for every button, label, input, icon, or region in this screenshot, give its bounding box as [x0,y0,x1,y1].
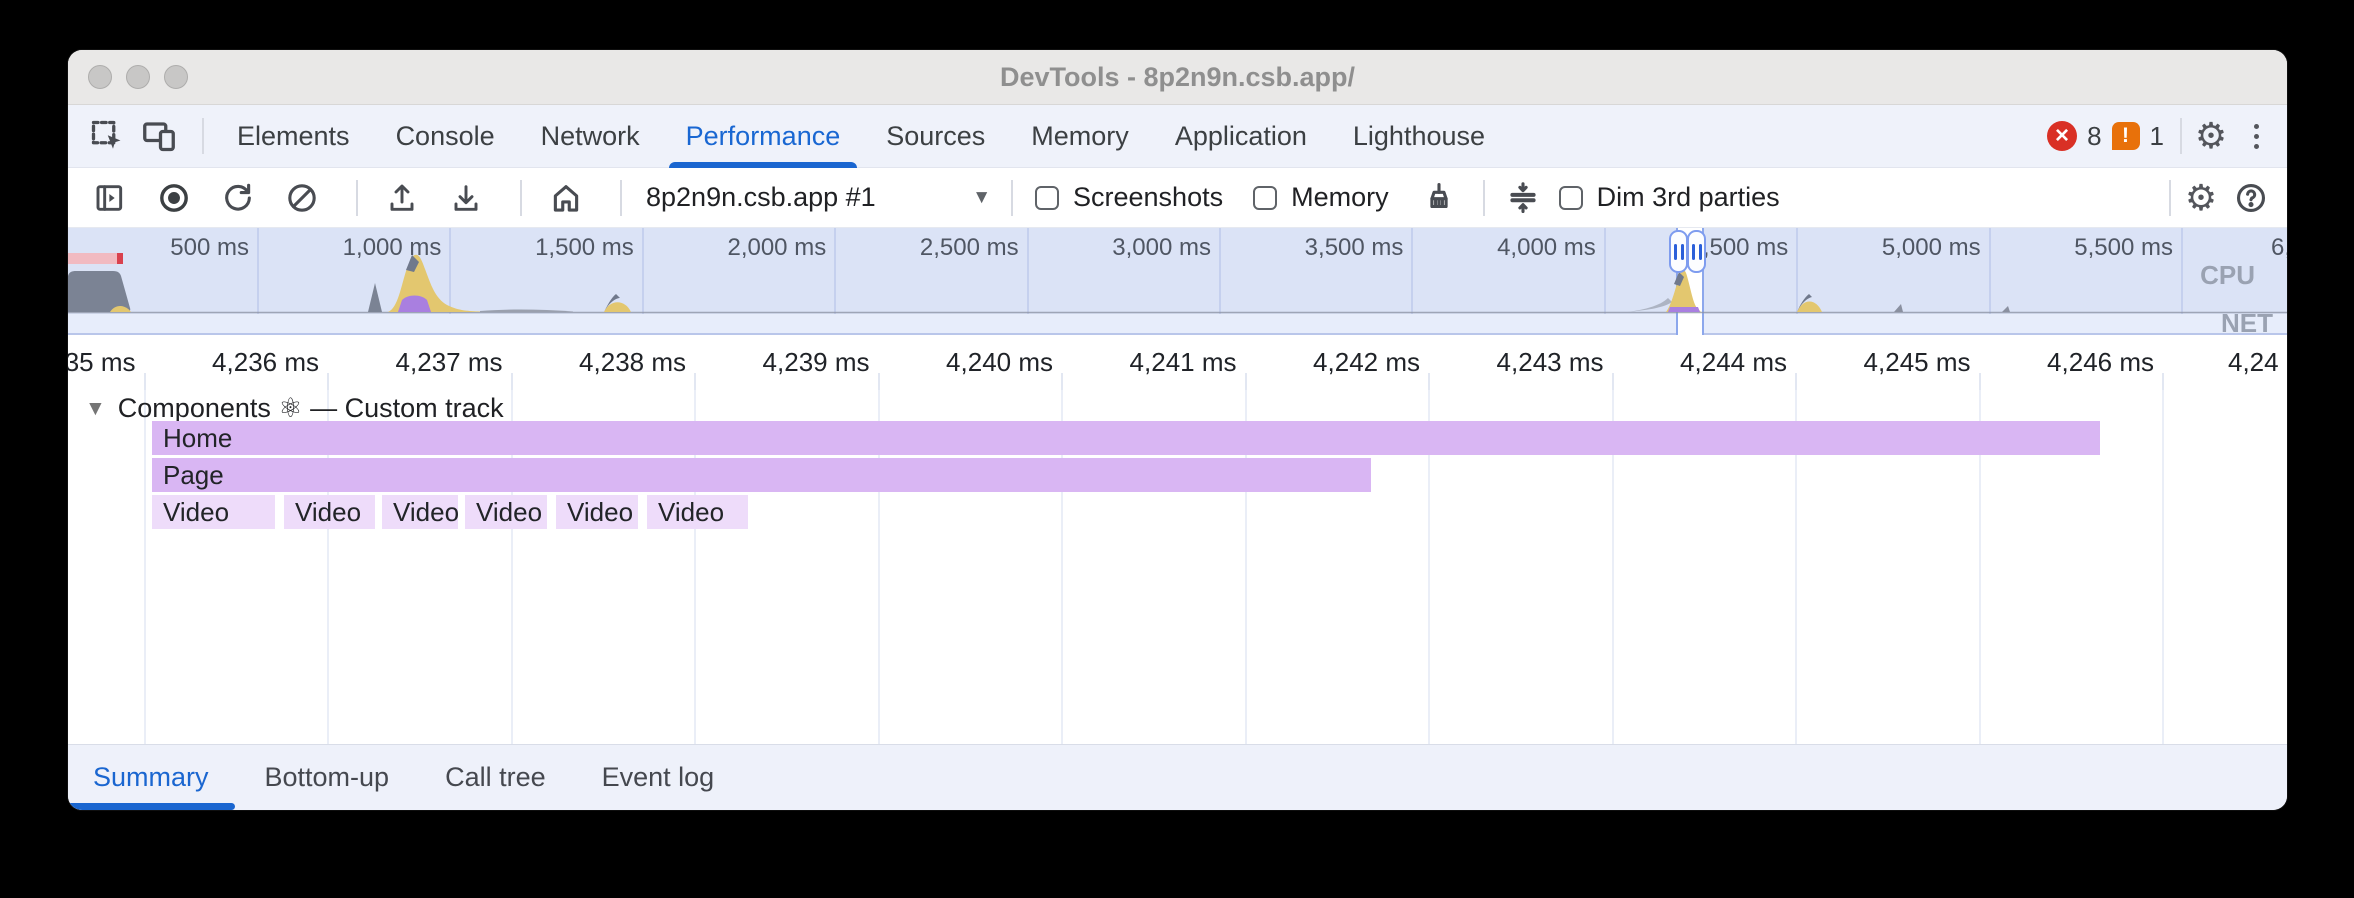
tab-performance[interactable]: Performance [663,105,864,168]
bottom-tab-bottom-up[interactable]: Bottom-up [265,762,390,793]
target-selector-value: 8p2n9n.csb.app #1 [646,182,876,213]
tab-network[interactable]: Network [518,105,663,168]
custom-track-header[interactable]: ▼ Components ⚛ — Custom track [85,393,504,424]
overview-tick-label: 3,500 ms [1185,234,1403,262]
track-span-video[interactable]: Video [152,495,275,529]
clear-icon[interactable] [282,178,322,218]
warning-count: 1 [2150,121,2164,152]
track-span-video[interactable]: Video [465,495,547,529]
devtools-window: DevTools - 8p2n9n.csb.app/ ElementsConso… [68,50,2287,810]
separator [356,180,358,216]
help-icon[interactable] [2231,178,2271,218]
settings-gear-icon[interactable]: ⚙ [2192,117,2230,155]
devtools-tabbar: ElementsConsoleNetworkPerformanceSources… [68,105,2287,168]
overview-tick-label: 500 ms [68,234,249,262]
overview-tick-label: 4,000 ms [1378,234,1596,262]
target-selector[interactable]: 8p2n9n.csb.app #1 ▼ [646,182,991,213]
tab-lighthouse[interactable]: Lighthouse [1330,105,1508,168]
chevron-down-icon: ▼ [972,187,991,209]
tab-elements[interactable]: Elements [214,105,373,168]
memory-checkbox[interactable]: Memory [1253,182,1389,213]
collapse-triangle-icon[interactable]: ▼ [85,397,106,421]
window-title: DevTools - 8p2n9n.csb.app/ [68,62,2287,93]
overview-tick-label: 2,500 ms [801,234,1019,262]
track-span-video[interactable]: Video [284,495,375,529]
bottom-tab-event-log[interactable]: Event log [602,762,715,793]
separator [2180,118,2182,154]
error-icon: × [2047,121,2077,151]
overview-tick-label: 5,500 ms [1955,234,2173,262]
download-profile-icon[interactable] [446,178,486,218]
overview-tick-label: 6,0 [2271,234,2287,262]
record-and-reload-icon[interactable] [218,178,258,218]
overview-tick-label: 1,000 ms [223,234,441,262]
ruler-tick-label: 4,24 [2228,347,2287,378]
tab-sources[interactable]: Sources [863,105,1008,168]
track-span-video[interactable]: Video [647,495,748,529]
bottom-tab-summary[interactable]: Summary [93,762,209,793]
timeline-overview[interactable]: 500 ms1,000 ms1,500 ms2,000 ms2,500 ms3,… [68,228,2287,335]
separator [2169,180,2171,216]
custom-track-title: Components ⚛ — Custom track [118,393,504,424]
performance-toolbar: 8p2n9n.csb.app #1 ▼ Screenshots Memory [68,168,2287,228]
overview-tick-label: 5,000 ms [1763,234,1981,262]
track-span-home[interactable]: Home [152,421,2100,455]
home-icon[interactable] [546,178,586,218]
checkbox-box [1035,186,1059,210]
separator [202,118,204,154]
selection-right-handle[interactable] [1687,230,1706,273]
separator [620,180,622,216]
collect-garbage-icon[interactable] [1419,178,1459,218]
inspect-element-icon[interactable] [88,117,126,155]
checkbox-box [1559,186,1583,210]
screenshots-checkbox[interactable]: Screenshots [1035,182,1223,213]
tab-memory[interactable]: Memory [1008,105,1152,168]
checkbox-box [1253,186,1277,210]
record-button[interactable] [154,178,194,218]
detail-time-ruler: 35 ms4,236 ms4,237 ms4,238 ms4,239 ms4,2… [68,335,2287,390]
dim-3rd-parties-checkbox[interactable]: Dim 3rd parties [1559,182,1780,213]
overview-tick-label: 2,000 ms [608,234,826,262]
more-options-icon[interactable] [2244,124,2269,149]
upload-profile-icon[interactable] [382,178,422,218]
toggle-sidebar-icon[interactable] [90,178,130,218]
selection-left-handle[interactable] [1669,230,1688,273]
net-label: NET [2221,308,2273,335]
track-span-video[interactable]: Video [556,495,638,529]
active-bottom-tab-underline [68,803,235,810]
track-span-page[interactable]: Page [152,458,1371,492]
track-span-video[interactable]: Video [382,495,458,529]
flamechart-area[interactable]: ▼ Components ⚛ — Custom track HomePageVi… [68,390,2287,744]
shrink-timeline-icon[interactable] [1503,178,1543,218]
error-count: 8 [2087,121,2101,152]
separator [1483,180,1485,216]
device-toolbar-icon[interactable] [140,117,178,155]
issues-badges[interactable]: × 8 ! 1 [2047,121,2164,152]
overview-tick-label: 1,500 ms [416,234,634,262]
titlebar: DevTools - 8p2n9n.csb.app/ [68,50,2287,105]
flamechart-gridline [2162,390,2164,744]
panel-tabs: ElementsConsoleNetworkPerformanceSources… [214,105,1508,168]
separator [520,180,522,216]
capture-settings-gear-icon[interactable]: ⚙ [2181,178,2221,218]
tab-application[interactable]: Application [1152,105,1330,168]
cpu-label: CPU [2200,260,2255,291]
tab-console[interactable]: Console [373,105,518,168]
separator [1011,180,1013,216]
flamechart-gridline [144,390,146,744]
bottom-tab-call-tree[interactable]: Call tree [445,762,546,793]
bottom-tabbar: Summary Bottom-up Call tree Event log [68,744,2287,810]
overview-tick-label: 3,000 ms [993,234,1211,262]
warning-icon: ! [2112,122,2140,150]
